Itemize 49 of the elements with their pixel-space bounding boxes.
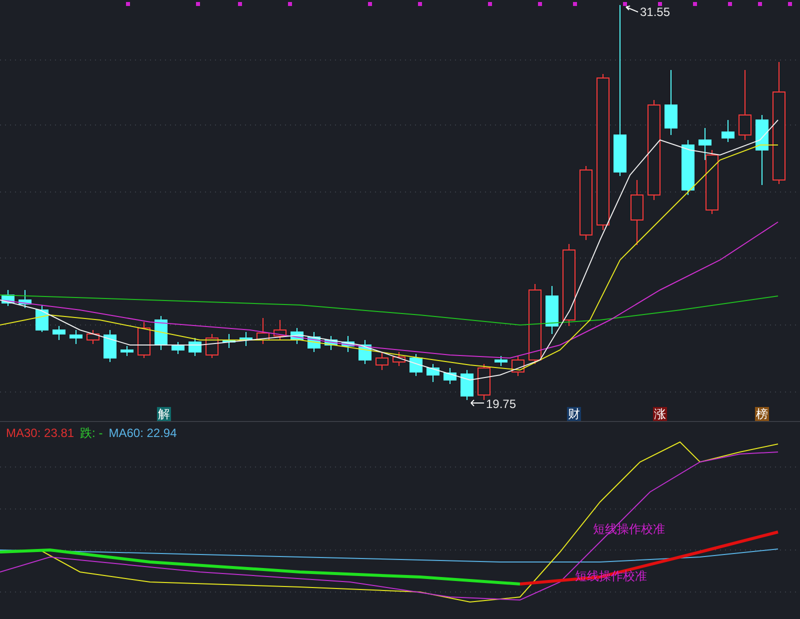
candlestick	[546, 286, 558, 334]
candlestick	[738, 70, 752, 140]
candlestick	[478, 364, 490, 400]
candlestick	[376, 352, 388, 370]
candlestick	[86, 330, 100, 344]
candlestick	[664, 70, 678, 136]
candlestick	[138, 322, 150, 358]
candlestick	[426, 364, 440, 382]
pointer-arrow	[470, 400, 484, 406]
high-price-label: 31.55	[640, 4, 670, 21]
candlestick	[358, 340, 372, 364]
candlestick	[444, 368, 456, 384]
candlestick	[36, 304, 48, 332]
candlestick	[290, 328, 304, 344]
candlestick	[206, 334, 218, 358]
candlestick	[120, 346, 134, 356]
candlestick	[392, 352, 406, 366]
candlestick	[2, 290, 14, 306]
candlestick	[240, 332, 252, 346]
candlestick	[274, 320, 286, 340]
candlestick	[52, 326, 66, 340]
candlestick	[512, 356, 524, 376]
candlestick	[722, 120, 734, 142]
candlestick	[104, 330, 116, 362]
pointer-arrow	[626, 6, 638, 12]
legend-value: 跌: -	[80, 425, 103, 442]
candlestick	[324, 336, 338, 350]
legend-value: MA30: 23.81	[6, 425, 74, 442]
candlestick	[460, 370, 474, 400]
event-tag[interactable]: 解	[157, 407, 171, 421]
candlestick	[256, 318, 270, 344]
low-price-label: 19.75	[486, 396, 516, 413]
candlestick	[18, 290, 32, 308]
candlestick	[172, 342, 184, 354]
candlestick	[70, 330, 82, 344]
candlestick	[682, 140, 694, 196]
legend-value: MA60: 22.94	[108, 425, 177, 442]
candlestick	[756, 114, 768, 186]
candlestick	[410, 354, 422, 376]
candlestick	[494, 356, 508, 366]
candlestick	[308, 332, 320, 352]
candlestick	[342, 336, 354, 352]
candlestick	[222, 334, 236, 348]
event-tag[interactable]: 榜	[755, 407, 769, 421]
event-tag[interactable]: 财	[567, 407, 581, 421]
candlestick	[630, 180, 644, 246]
candlestick	[154, 316, 168, 350]
candlestick	[188, 338, 202, 356]
event-tag[interactable]: 涨	[653, 407, 667, 421]
